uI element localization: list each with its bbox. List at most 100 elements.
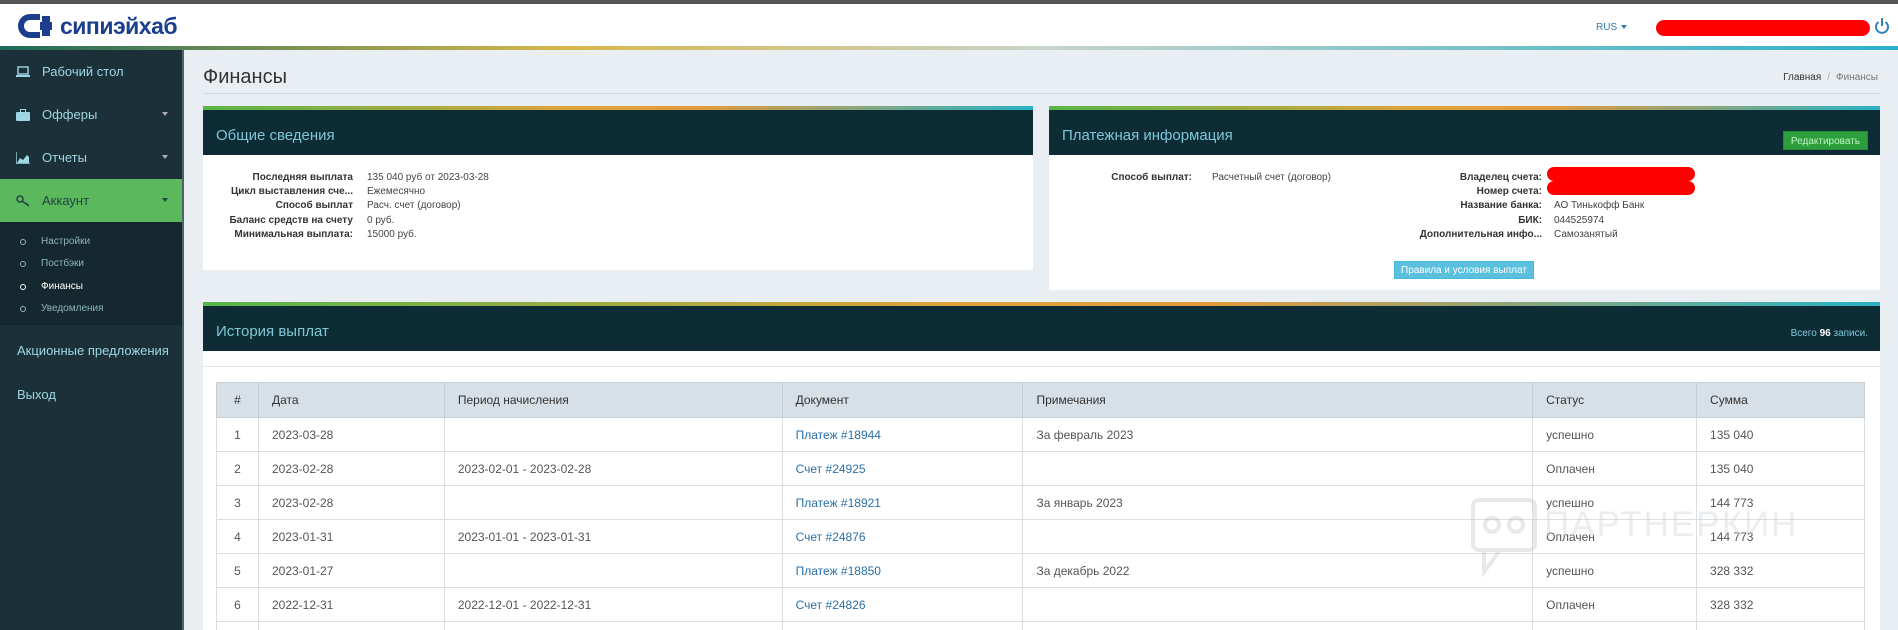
- panel-divider: [203, 366, 1880, 367]
- sidebar-item-label: Офферы: [42, 107, 98, 122]
- total-suffix: записи.: [1833, 328, 1868, 339]
- breadcrumb-home[interactable]: Главная: [1783, 72, 1821, 83]
- chevron-down-icon: [162, 155, 168, 159]
- circle-icon: [20, 305, 26, 312]
- edit-button[interactable]: Редактировать: [1782, 131, 1868, 150]
- row-note: [1022, 621, 1534, 630]
- submenu-item-settings[interactable]: Настройки: [20, 236, 90, 247]
- column-header[interactable]: Примечания: [1022, 382, 1534, 418]
- header-accent-bar: [0, 46, 1898, 50]
- submenu-label: Постбэки: [41, 258, 85, 269]
- payout-rules-button[interactable]: Правила и условия выплат: [1394, 261, 1534, 279]
- table-row: 2 2023-02-28 2023-02-01 - 2023-02-28 Сче…: [216, 451, 1865, 486]
- page-title: Финансы: [203, 66, 287, 88]
- sidebar-item-account[interactable]: Аккаунт: [0, 179, 182, 222]
- sidebar-item-reports[interactable]: Отчеты: [0, 136, 182, 179]
- payout-history-panel: История выплат Всего 96 записи. # Дата П…: [203, 302, 1880, 630]
- submenu-item-postbacks[interactable]: Постбэки: [20, 258, 84, 269]
- row-period: 2023-02-01 - 2023-02-28: [443, 451, 783, 486]
- document-link[interactable]: Счет #24925: [796, 462, 866, 476]
- row-document: Платеж #18944: [781, 417, 1024, 452]
- account-submenu: Настройки Постбэки Финансы Уведомления: [0, 222, 182, 325]
- breadcrumb: Главная / Финансы: [1783, 72, 1878, 83]
- brand-mark-icon: [18, 14, 52, 38]
- bank-label: БИК:: [1518, 215, 1542, 226]
- row-sum: 328 332: [1696, 587, 1865, 622]
- row-document: [781, 621, 1024, 630]
- brand-logo[interactable]: сипиэйхаб: [16, 12, 178, 40]
- document-link[interactable]: Платеж #18944: [796, 428, 881, 442]
- total-count: 96: [1819, 328, 1831, 339]
- account-owner-redacted: [1547, 167, 1695, 181]
- bank-value: АО Тинькофф Банк: [1554, 200, 1645, 211]
- chevron-down-icon: [162, 112, 168, 116]
- sidebar-item-offers[interactable]: Офферы: [0, 93, 182, 136]
- sidebar-item-dashboard[interactable]: Рабочий стол: [0, 50, 182, 93]
- row-number: [216, 621, 259, 630]
- panel-title: Платежная информация: [1062, 127, 1233, 144]
- document-link[interactable]: Платеж #18850: [796, 564, 881, 578]
- language-switcher[interactable]: RUS: [1596, 22, 1628, 33]
- sidebar: Рабочий стол Офферы Отчеты Аккаунт: [0, 50, 182, 630]
- column-header[interactable]: Сумма: [1696, 382, 1865, 418]
- column-header[interactable]: Статус: [1532, 382, 1698, 418]
- watermark: ПАРТНЕРКИН: [1470, 497, 1850, 579]
- circle-icon: [20, 283, 26, 290]
- column-header[interactable]: Период начисления: [443, 382, 783, 418]
- row-period: 2022-12-01 - 2022-12-31: [443, 587, 783, 622]
- power-icon[interactable]: [1874, 17, 1890, 35]
- payment-info-panel: Платежная информация Редактировать Спосо…: [1049, 106, 1880, 290]
- submenu-item-finances[interactable]: Финансы: [20, 281, 83, 292]
- row-period: [443, 621, 783, 630]
- table-header-row: # Дата Период начисления Документ Примеч…: [216, 382, 1865, 418]
- row-period: [443, 553, 783, 588]
- total-prefix: Всего: [1790, 328, 1817, 339]
- info-value: 15000 руб.: [367, 229, 417, 240]
- row-note: [1022, 451, 1534, 486]
- circle-icon: [20, 260, 26, 267]
- panel-title: Общие сведения: [216, 127, 335, 144]
- panel-header: Общие сведения: [203, 110, 1033, 155]
- row-date: 2023-01-31: [257, 519, 445, 554]
- table-row: 6 2022-12-31 2022-12-01 - 2022-12-31 Сче…: [216, 587, 1865, 622]
- table-row: [216, 621, 1865, 630]
- bank-label: Дополнительная инфо...: [1419, 229, 1542, 240]
- row-number: 1: [216, 417, 259, 452]
- document-link[interactable]: Счет #24876: [796, 530, 866, 544]
- row-note: За декабрь 2022: [1022, 553, 1534, 588]
- briefcase-icon: [16, 108, 30, 122]
- table-row: 1 2023-03-28 Платеж #18944 За февраль 20…: [216, 417, 1865, 452]
- row-document: Счет #24826: [781, 587, 1024, 622]
- circle-icon: [20, 238, 26, 245]
- payout-method-value: Расчетный счет (договор): [1212, 172, 1331, 183]
- column-header[interactable]: Дата: [257, 382, 445, 418]
- sidebar-item-promo[interactable]: Акционные предложения: [17, 343, 169, 358]
- sidebar-item-logout[interactable]: Выход: [17, 387, 56, 402]
- submenu-item-notifications[interactable]: Уведомления: [20, 303, 104, 314]
- info-label: Баланс средств на счету: [229, 215, 353, 226]
- row-status: Оплачен: [1532, 587, 1698, 622]
- column-header[interactable]: #: [216, 382, 259, 418]
- sidebar-item-label: Отчеты: [42, 150, 87, 165]
- general-info-panel: Общие сведения Последняя выплата 135 040…: [203, 106, 1033, 270]
- row-date: 2023-02-28: [257, 451, 445, 486]
- row-period: [443, 485, 783, 520]
- records-total: Всего 96 записи.: [1791, 328, 1868, 339]
- info-value: 0 руб.: [367, 215, 395, 226]
- document-link[interactable]: Счет #24826: [796, 598, 866, 612]
- sidebar-edge: [182, 50, 184, 630]
- watermark-text: ПАРТНЕРКИН: [1544, 505, 1799, 544]
- title-divider: [203, 93, 1880, 94]
- row-number: 4: [216, 519, 259, 554]
- bank-value: Самозанятый: [1554, 229, 1618, 240]
- user-name-redacted[interactable]: [1656, 20, 1870, 36]
- row-date: [257, 621, 445, 630]
- key-icon: [16, 194, 30, 208]
- info-label: Последняя выплата: [252, 172, 353, 183]
- column-header[interactable]: Документ: [781, 382, 1024, 418]
- row-note: [1022, 519, 1534, 554]
- row-sum: 135 040: [1696, 417, 1865, 452]
- document-link[interactable]: Платеж #18921: [796, 496, 881, 510]
- brand-name: сипиэйхаб: [60, 12, 178, 39]
- row-number: 5: [216, 553, 259, 588]
